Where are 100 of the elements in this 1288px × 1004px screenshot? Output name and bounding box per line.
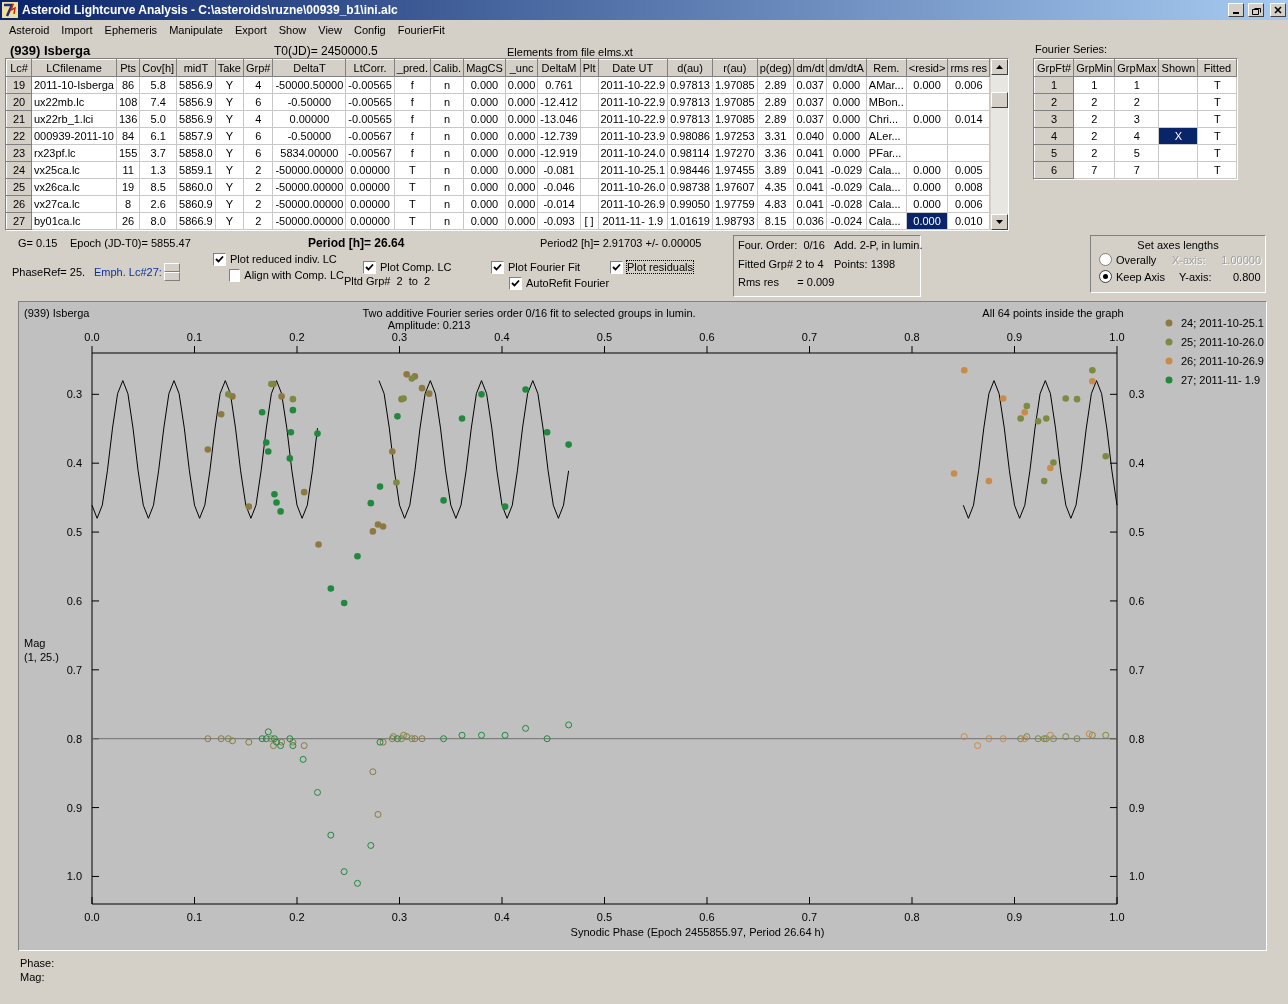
asteroid-name: (939) Isberga — [9, 43, 92, 58]
tick-label: 0.3 — [391, 331, 408, 343]
table-cell: 0.98738 — [667, 178, 713, 196]
table-cell: vx27ca.lc — [31, 195, 117, 213]
table-cell: ux22rb_1.lci — [31, 110, 117, 128]
tick-label: 0.9 — [66, 801, 82, 814]
table-cell: 000939-2011-10 — [31, 127, 117, 145]
tick-label: 1.0 — [1129, 870, 1145, 883]
table-cell: by01ca.lc — [31, 212, 117, 230]
table-cell: 5860.0 — [176, 178, 216, 196]
table-cell: 155 — [116, 144, 140, 162]
table-cell: 3.7 — [139, 144, 177, 162]
table-cell: 2 — [243, 178, 273, 196]
table-cell: 4.35 — [757, 178, 794, 196]
table-cell: 2011-10-22.9 — [598, 76, 668, 94]
table-cell: T — [394, 161, 431, 179]
table-cell: f — [394, 76, 431, 94]
table-cell: 0.000 — [463, 161, 506, 179]
table-cell: 8.0 — [139, 212, 177, 230]
table-cell: 0.000 — [826, 110, 867, 128]
table-cell: -0.093 — [537, 212, 581, 230]
y-axis-label: (1, 25.) — [24, 651, 59, 663]
table-cell: 2011-10-23.9 — [598, 127, 668, 145]
table-cell: 84 — [116, 127, 140, 145]
table-cell: 2.6 — [139, 195, 177, 213]
tick-label: 0.7 — [66, 663, 82, 676]
table-cell: 1.97253 — [712, 127, 758, 145]
table-cell: Cala... — [866, 195, 907, 213]
table-cell: 0.041 — [793, 195, 827, 213]
table-cell: 0.008 — [947, 178, 990, 196]
table-cell: vx26ca.lc — [31, 178, 117, 196]
table-cell: -0.50000 — [272, 93, 346, 111]
table-cell: 0.000 — [826, 76, 867, 94]
table-cell: n — [430, 110, 464, 128]
table-cell: 1 — [1073, 76, 1115, 94]
table-cell: 3.89 — [757, 161, 794, 179]
table-cell: 0.98086 — [667, 127, 713, 145]
status-label: Mag: — [20, 971, 45, 983]
table-cell: 2.89 — [757, 76, 794, 94]
fit-info-text: Four. Order: 0/16 — [738, 239, 826, 253]
table-cell: 5.0 — [139, 110, 177, 128]
table-cell: AMar... — [866, 76, 907, 94]
legend-label: 25; 2011-10-26.0 — [1181, 336, 1264, 348]
table-cell: n — [430, 93, 464, 111]
table-cell: T — [1197, 93, 1237, 111]
tick-label: 0.3 — [1129, 388, 1145, 401]
amplitude-label: Amplitude: 0.213 — [387, 319, 471, 331]
table-cell: 0.014 — [947, 110, 990, 128]
plotted-groups-label: Pltd Grp# 2 to 2 — [344, 275, 431, 287]
table-cell: -50000.00000 — [272, 178, 346, 196]
table-cell: Y — [215, 76, 244, 94]
table-cell: 6 — [243, 127, 273, 145]
table-cell: 0.98446 — [667, 161, 713, 179]
table-cell: 2 — [243, 195, 273, 213]
table-cell: n — [430, 195, 464, 213]
table-cell: -13.046 — [537, 110, 581, 128]
table-cell: 2011-10-22.9 — [598, 93, 668, 111]
tick-label: 0.5 — [596, 911, 613, 923]
table-cell: 1.01619 — [667, 212, 713, 230]
table-cell: 0.000 — [505, 127, 538, 145]
table-cell: 0.036 — [793, 212, 827, 230]
table-cell: n — [430, 76, 464, 94]
table-cell: 4 — [1114, 127, 1159, 145]
table-cell: 0.037 — [793, 110, 827, 128]
table-cell: 2.89 — [757, 93, 794, 111]
table-cell: 0.040 — [793, 127, 827, 145]
table-cell: -0.024 — [826, 212, 867, 230]
table-cell: 8.5 — [139, 178, 177, 196]
table-cell: 86 — [116, 76, 140, 94]
table-cell: 2011-10-Isberga — [31, 76, 117, 94]
table-cell: 0.041 — [793, 161, 827, 179]
table-cell: -0.029 — [826, 178, 867, 196]
y-axis-label: Mag — [24, 637, 46, 649]
table-cell: T — [1197, 161, 1237, 179]
table-cell: 0.00000 — [345, 212, 395, 230]
table-cell: n — [430, 178, 464, 196]
table-cell: 0.000 — [505, 144, 538, 162]
table-cell: 1.3 — [139, 161, 177, 179]
table-cell: 5859.1 — [176, 161, 216, 179]
table-cell: -0.081 — [537, 161, 581, 179]
table-cell: 2 — [1073, 110, 1115, 128]
table-cell: 4.83 — [757, 195, 794, 213]
table-cell: f — [394, 144, 431, 162]
tick-label: 0.7 — [1129, 663, 1145, 676]
table-cell: 0.99050 — [667, 195, 713, 213]
table-cell: 5.8 — [139, 76, 177, 94]
table-cell: -50000.50000 — [272, 76, 346, 94]
table-cell: 5 — [1114, 144, 1159, 162]
table-cell: 0.041 — [793, 144, 827, 162]
tick-label: 0.1 — [186, 331, 203, 343]
table-cell: 2011-10-26.9 — [598, 195, 668, 213]
table-cell: 0.000 — [505, 195, 538, 213]
table-cell: 6 — [243, 93, 273, 111]
table-cell: 0.037 — [793, 93, 827, 111]
table-cell: 0.00000 — [345, 161, 395, 179]
table-cell: ux22mb.lc — [31, 93, 117, 111]
fit-info-text: Rms res = 0.009 — [738, 276, 834, 291]
table-cell: Y — [215, 127, 244, 145]
tick-label: 1.0 — [1109, 911, 1125, 923]
object-name: (939) Isberga — [24, 307, 90, 319]
